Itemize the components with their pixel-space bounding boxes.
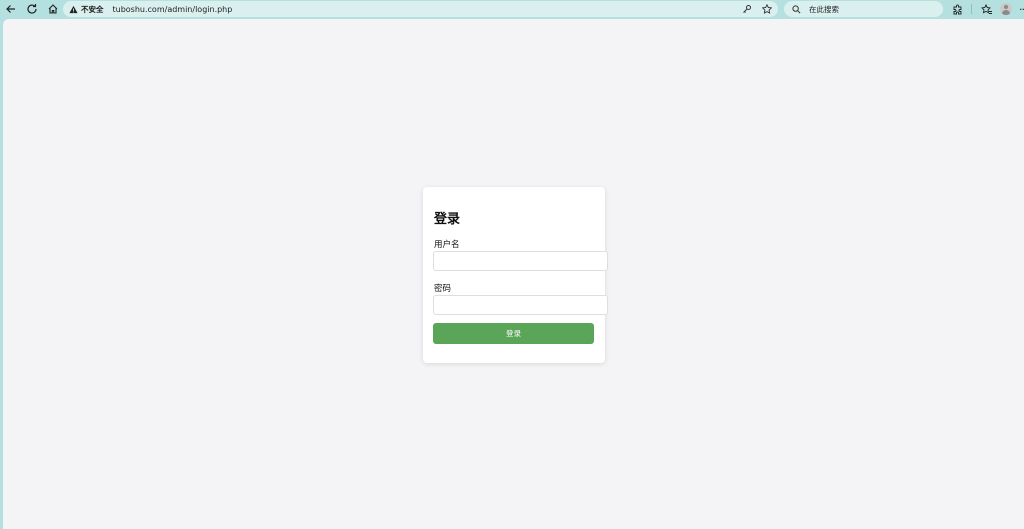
- security-status[interactable]: 不安全: [81, 4, 104, 15]
- password-input[interactable]: [433, 295, 608, 315]
- username-input[interactable]: [433, 251, 608, 271]
- search-icon: [792, 4, 801, 13]
- password-label: 密码: [434, 284, 452, 294]
- home-button[interactable]: [44, 0, 62, 18]
- favorites-star-icon: [980, 3, 992, 14]
- profile-avatar[interactable]: [1000, 3, 1012, 15]
- back-button[interactable]: [2, 0, 20, 18]
- home-icon: [48, 4, 58, 14]
- favorite-button[interactable]: [761, 3, 772, 14]
- toolbar-divider: [971, 4, 972, 14]
- star-icon: [761, 3, 772, 14]
- more-menu-button[interactable]: ···: [1019, 3, 1024, 16]
- warning-icon: [69, 5, 78, 13]
- password-key-button[interactable]: [741, 3, 752, 14]
- refresh-button[interactable]: [23, 0, 41, 18]
- key-icon: [742, 4, 751, 13]
- arrow-left-icon: [6, 5, 15, 13]
- url-text[interactable]: tuboshu.com/admin/login.php: [113, 5, 233, 14]
- refresh-icon: [27, 4, 37, 14]
- login-button[interactable]: 登录: [433, 323, 594, 344]
- extensions-button[interactable]: [950, 2, 964, 16]
- extensions-icon: [953, 4, 961, 14]
- page-viewport: 登录 用户名 密码 登录: [3, 19, 1024, 529]
- search-placeholder: 在此搜索: [809, 4, 839, 14]
- favorites-button[interactable]: [979, 2, 993, 16]
- username-label: 用户名: [434, 240, 460, 250]
- login-card: 登录 用户名 密码 登录: [423, 187, 608, 363]
- address-bar[interactable]: 不安全 tuboshu.com/admin/login.php: [63, 1, 778, 17]
- browser-right-tools: ···: [950, 0, 1024, 18]
- search-box[interactable]: 在此搜索: [784, 1, 943, 17]
- login-title: 登录: [434, 212, 461, 227]
